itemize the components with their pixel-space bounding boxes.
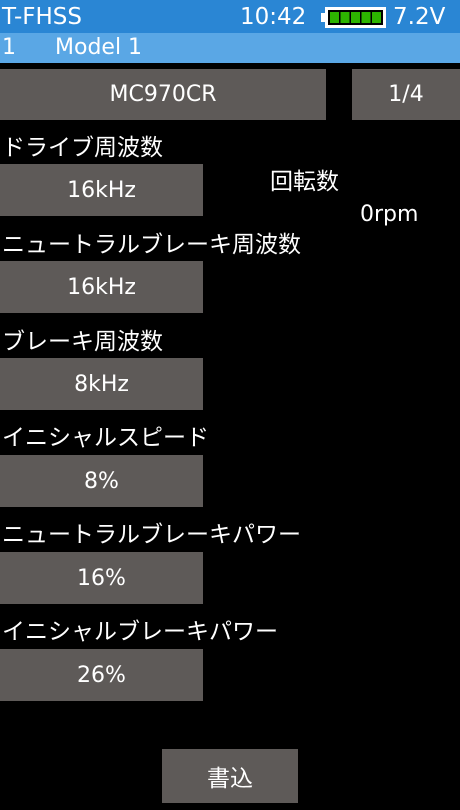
neutral-brake-power-value[interactable]: 16% [0, 552, 203, 604]
neutral-brake-frequency-value[interactable]: 16kHz [0, 261, 203, 313]
initial-speed-label: イニシャルスピード [2, 425, 209, 451]
neutral-brake-frequency-label: ニュートラルブレーキ周波数 [2, 232, 301, 258]
battery-voltage: 7.2V [393, 4, 446, 30]
esc-model-button[interactable]: MC970CR [0, 69, 326, 120]
battery-full-icon [321, 7, 386, 28]
model-number: 1 [2, 35, 16, 60]
drive-frequency-value[interactable]: 16kHz [0, 164, 203, 216]
brake-frequency-label: ブレーキ周波数 [2, 329, 163, 355]
protocol-label: T-FHSS [2, 4, 82, 30]
write-button[interactable]: 書込 [162, 749, 298, 803]
initial-brake-power-value[interactable]: 26% [0, 649, 203, 701]
neutral-brake-power-label: ニュートラルブレーキパワー [2, 522, 301, 548]
initial-speed-value[interactable]: 8% [0, 455, 203, 507]
page-indicator-button[interactable]: 1/4 [352, 69, 460, 120]
drive-frequency-label: ドライブ周波数 [2, 135, 163, 161]
rpm-label: 回転数 [270, 169, 339, 195]
brake-frequency-value[interactable]: 8kHz [0, 358, 203, 410]
model-bar: 1 Model 1 [0, 33, 460, 63]
model-name: Model 1 [55, 35, 143, 60]
rpm-value: 0rpm [360, 202, 419, 227]
initial-brake-power-label: イニシャルブレーキパワー [2, 619, 278, 645]
clock: 10:42 [240, 4, 307, 30]
esc-settings-screen: T-FHSS 10:42 7.2V 1 Model 1 MC970CR 1/4 … [0, 0, 460, 810]
status-bar: T-FHSS 10:42 7.2V [0, 0, 460, 33]
